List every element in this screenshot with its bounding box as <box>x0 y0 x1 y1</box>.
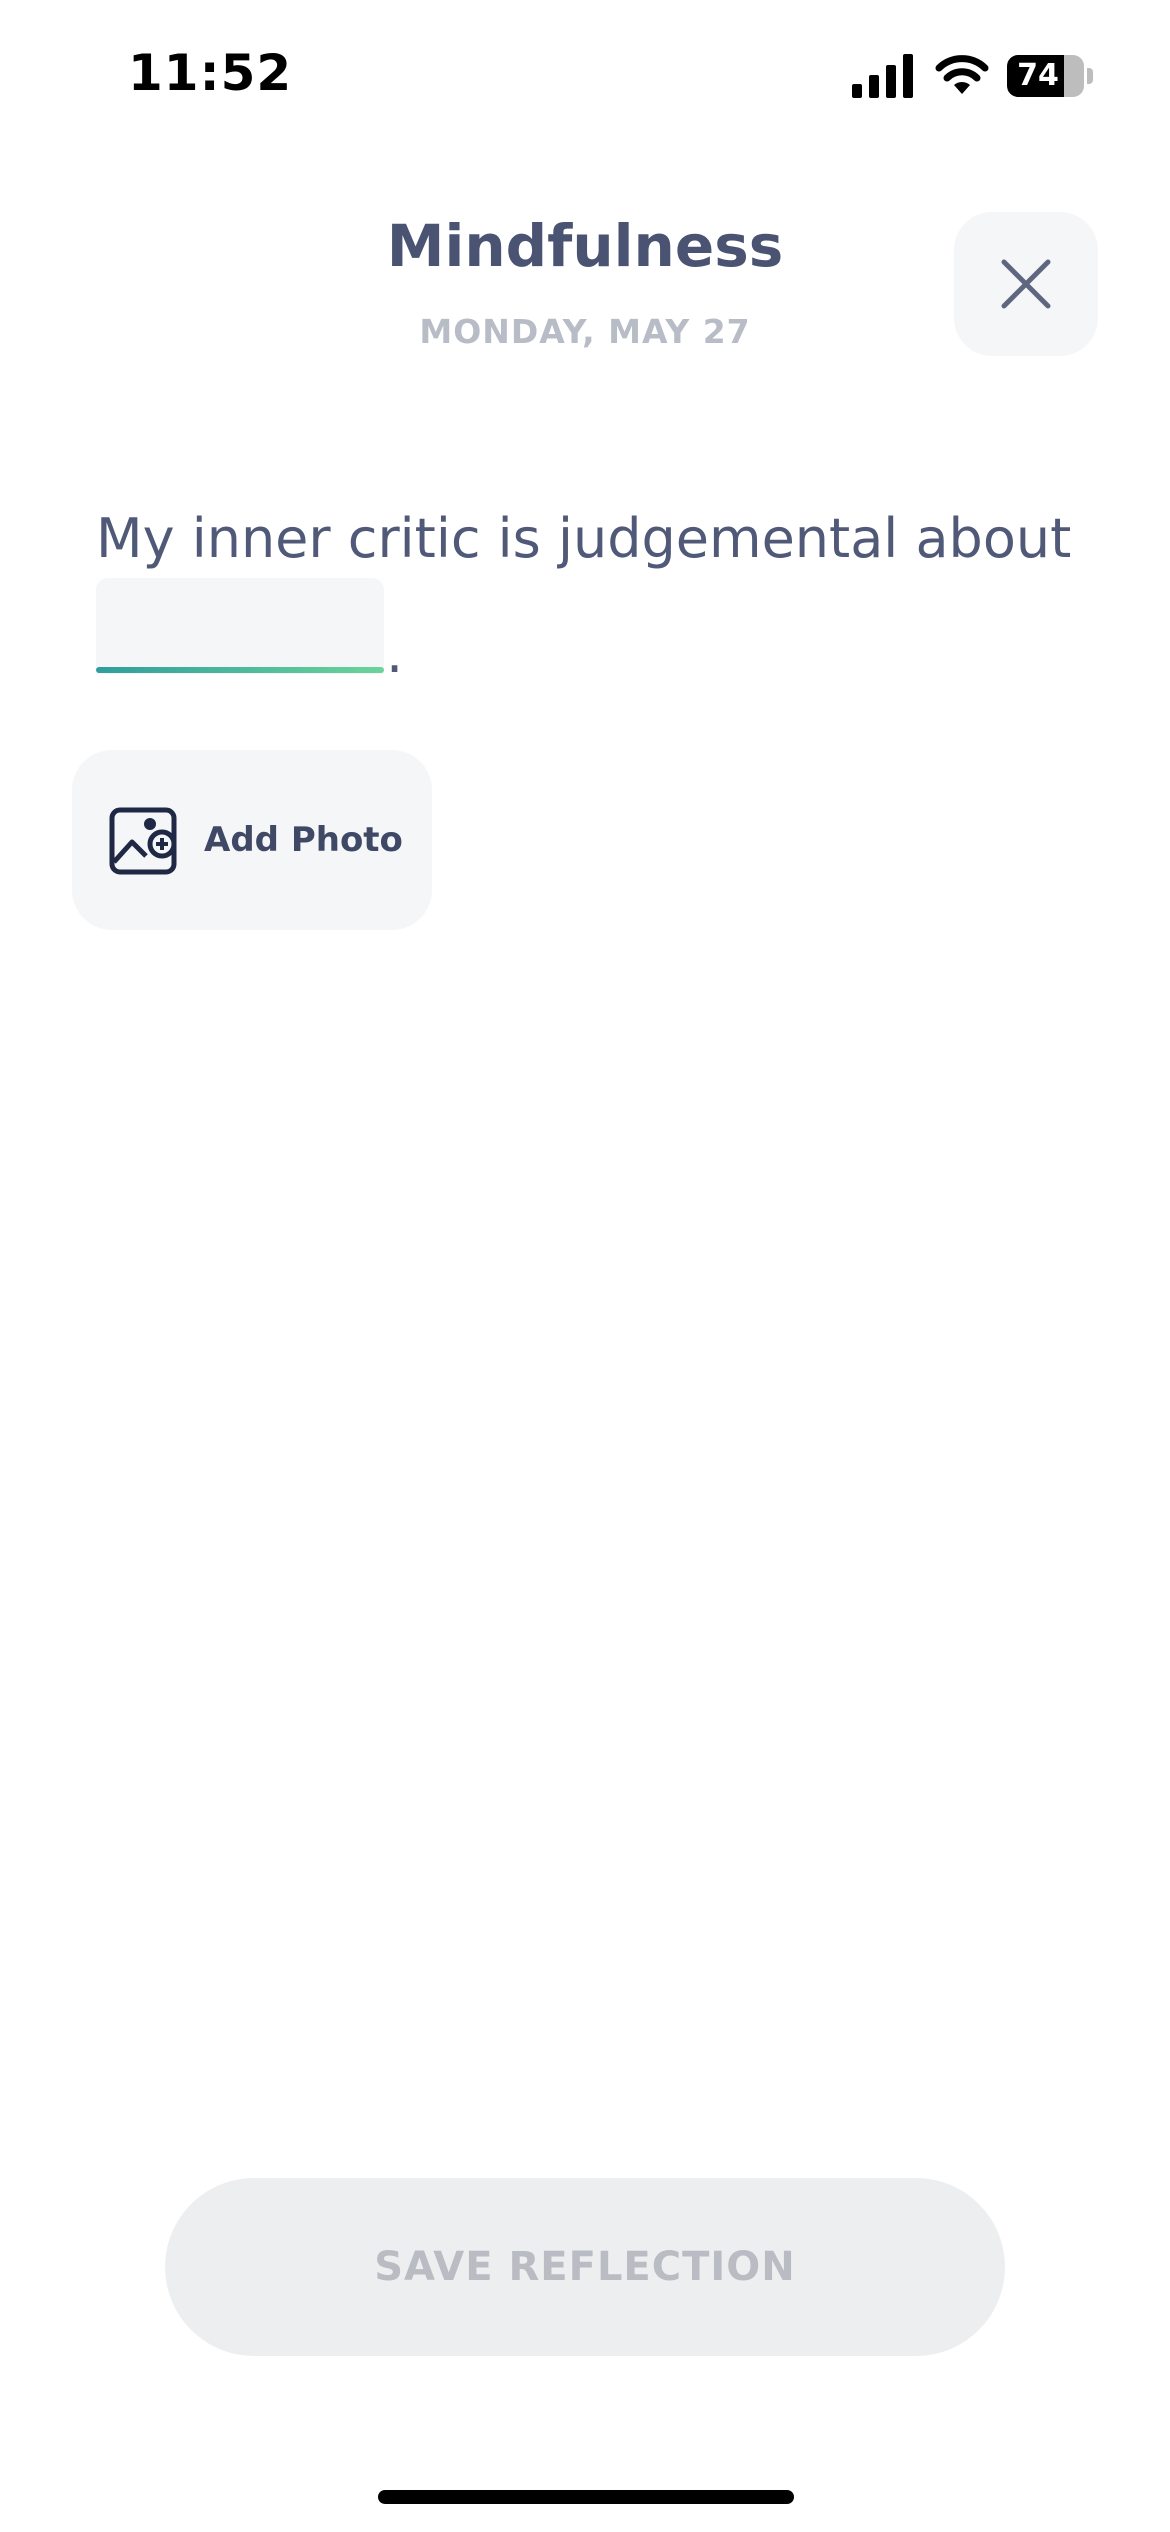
prompt-period: . <box>386 622 404 685</box>
save-reflection-button[interactable]: SAVE REFLECTION <box>165 2178 1005 2356</box>
add-photo-label: Add Photo <box>204 820 403 860</box>
cellular-signal-icon <box>852 54 913 98</box>
wifi-icon <box>935 55 989 94</box>
home-indicator[interactable] <box>378 2490 794 2504</box>
status-time: 11:52 <box>128 44 293 102</box>
battery-level: 74 <box>1017 58 1059 93</box>
answer-underline <box>96 667 384 673</box>
add-photo-button[interactable]: Add Photo <box>72 750 432 930</box>
add-photo-icon <box>109 807 177 875</box>
battery-icon: 74 <box>1007 55 1093 97</box>
answer-input[interactable] <box>96 578 384 674</box>
close-icon <box>1001 259 1051 309</box>
reflection-screen: 11:52 74 Mindfulness MONDAY, MAY 27 My i… <box>0 0 1170 2532</box>
reflection-prompt: My inner critic is judgemental about <box>96 507 1072 570</box>
close-button[interactable] <box>954 212 1098 356</box>
